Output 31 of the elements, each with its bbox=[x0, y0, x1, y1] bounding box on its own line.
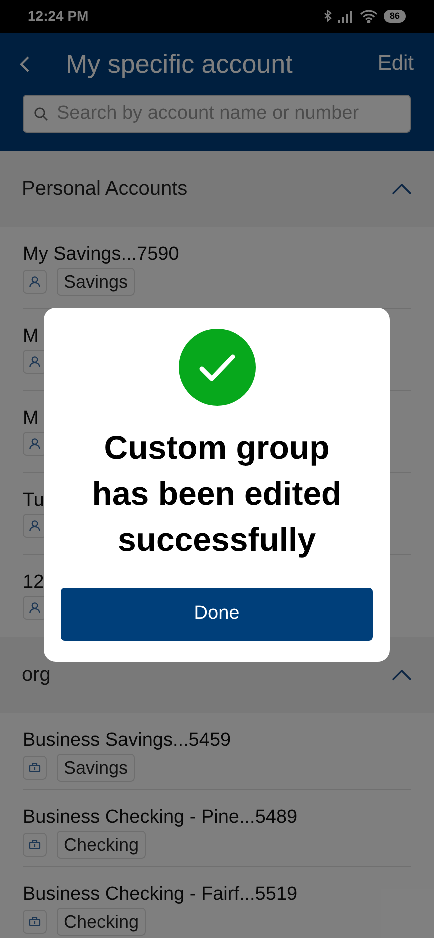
done-button[interactable]: Done bbox=[61, 588, 373, 641]
account-type-tag: Savings bbox=[57, 754, 136, 782]
account-type-tag: Checking bbox=[57, 831, 146, 859]
bluetooth-icon bbox=[324, 10, 332, 23]
dialog-message: Custom group has been edited successfully bbox=[91, 428, 343, 560]
person-icon bbox=[28, 519, 42, 533]
account-name[interactable]: Business Savings...5459 bbox=[23, 729, 411, 753]
edit-button[interactable]: Edit bbox=[378, 48, 414, 80]
person-icon bbox=[28, 355, 42, 369]
person-icon bbox=[28, 437, 42, 451]
account-type-tag: Checking bbox=[57, 908, 146, 936]
person-icon bbox=[28, 601, 42, 615]
search-icon bbox=[34, 106, 49, 122]
briefcase-icon bbox=[29, 917, 41, 927]
group-title: Personal Accounts bbox=[22, 177, 188, 202]
briefcase-icon bbox=[29, 763, 41, 773]
account-name[interactable]: Business Checking - Pine...5489 bbox=[23, 806, 411, 830]
account-name[interactable]: My Savings...7590 bbox=[23, 243, 411, 267]
status-time: 12:24 PM bbox=[28, 7, 89, 26]
account-name[interactable]: Business Checking - Fairf...5519 bbox=[23, 883, 411, 907]
back-icon bbox=[20, 56, 30, 72]
briefcase-icon bbox=[29, 840, 41, 850]
account-type-tag: Savings bbox=[57, 268, 136, 296]
battery-indicator: 86 bbox=[384, 10, 406, 23]
signal-icon bbox=[338, 10, 354, 22]
group-header[interactable]: Personal Accounts bbox=[0, 151, 434, 227]
page-title: My specific account bbox=[66, 48, 293, 80]
check-icon bbox=[178, 329, 256, 406]
person-icon bbox=[28, 275, 42, 289]
wifi-icon bbox=[360, 10, 378, 23]
group-title: org bbox=[22, 663, 51, 688]
